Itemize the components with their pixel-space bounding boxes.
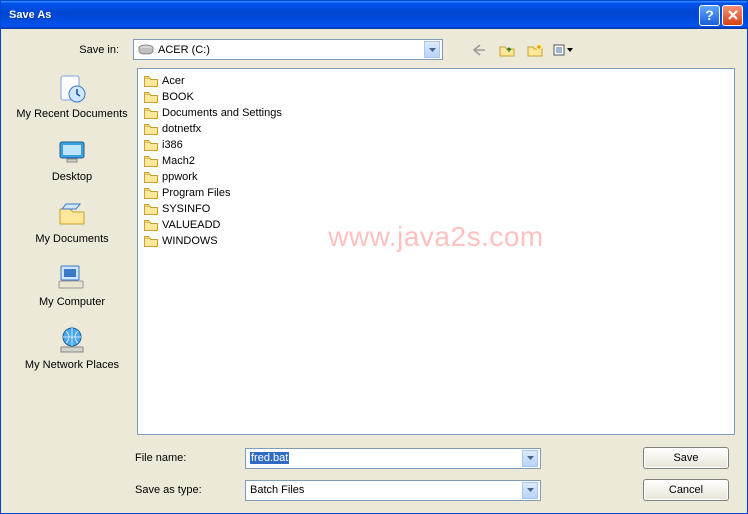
up-one-level-button[interactable] [497, 40, 517, 60]
savein-value: ACER (C:) [158, 44, 210, 56]
folder-name: i386 [162, 139, 183, 151]
list-item[interactable]: WINDOWS [144, 233, 728, 249]
bottom-panel: File name: fred.bat Save Save as type: B… [13, 447, 735, 501]
folder-name: WINDOWS [162, 235, 218, 247]
list-item[interactable]: SYSINFO [144, 201, 728, 217]
folder-up-icon [499, 43, 515, 57]
list-item[interactable]: ppwork [144, 169, 728, 185]
file-list[interactable]: Acer BOOK Documents and Settings dotnetfx i3… [137, 68, 735, 435]
filetype-row: Save as type: Batch Files Cancel [13, 479, 735, 501]
folder-new-icon [527, 43, 543, 57]
filetype-combo[interactable]: Batch Files [245, 480, 541, 501]
folder-name: Program Files [162, 187, 230, 199]
place-label: Desktop [52, 171, 92, 184]
titlebar-buttons: ? [699, 5, 743, 26]
folder-name: VALUEADD [162, 219, 220, 231]
filename-value: fred.bat [250, 452, 289, 464]
place-label: My Network Places [25, 359, 119, 372]
place-my-computer[interactable]: My Computer [13, 260, 131, 309]
place-network-places[interactable]: My Network Places [13, 323, 131, 372]
folder-icon [144, 139, 158, 151]
network-places-icon [55, 323, 89, 357]
list-item[interactable]: Documents and Settings [144, 105, 728, 121]
folder-name: Documents and Settings [162, 107, 282, 119]
view-menu-icon [553, 43, 573, 57]
savein-dropdown-arrow[interactable] [424, 41, 440, 58]
folder-name: SYSINFO [162, 203, 210, 215]
folder-name: ppwork [162, 171, 197, 183]
list-item[interactable]: Acer [144, 73, 728, 89]
savein-label: Save in: [13, 44, 125, 56]
folder-icon [144, 187, 158, 199]
save-as-dialog: Save As ? Save in: ACER (C:) [0, 0, 748, 514]
list-item[interactable]: Program Files [144, 185, 728, 201]
help-button[interactable]: ? [699, 5, 720, 26]
chevron-down-icon [527, 488, 534, 492]
main-area: My Recent Documents Desktop My Documents… [13, 68, 735, 435]
list-item[interactable]: Mach2 [144, 153, 728, 169]
title-bar: Save As ? [1, 1, 747, 29]
folder-name: dotnetfx [162, 123, 201, 135]
folder-name: Mach2 [162, 155, 195, 167]
folder-name: BOOK [162, 91, 194, 103]
back-button[interactable] [469, 40, 489, 60]
recent-documents-icon [55, 72, 89, 106]
folder-icon [144, 219, 158, 231]
drive-icon [138, 44, 154, 56]
folder-icon [144, 171, 158, 183]
view-menu-button[interactable] [553, 40, 573, 60]
place-label: My Computer [39, 296, 105, 309]
folder-icon [144, 203, 158, 215]
desktop-icon [55, 135, 89, 169]
folder-icon [144, 123, 158, 135]
nav-toolbar [469, 40, 573, 60]
place-label: My Documents [35, 233, 108, 246]
folder-icon [144, 75, 158, 87]
filetype-label: Save as type: [13, 484, 237, 496]
folder-icon [144, 107, 158, 119]
filetype-value: Batch Files [250, 484, 304, 496]
place-label: My Recent Documents [16, 108, 127, 121]
save-button[interactable]: Save [643, 447, 729, 469]
dialog-body: Save in: ACER (C:) [1, 29, 747, 513]
place-recent-documents[interactable]: My Recent Documents [13, 72, 131, 121]
list-item[interactable]: VALUEADD [144, 217, 728, 233]
chevron-down-icon [527, 456, 534, 460]
chevron-down-icon [429, 48, 436, 52]
my-computer-icon [55, 260, 89, 294]
list-item[interactable]: i386 [144, 137, 728, 153]
folder-icon [144, 91, 158, 103]
filename-label: File name: [13, 452, 237, 464]
list-item[interactable]: dotnetfx [144, 121, 728, 137]
place-my-documents[interactable]: My Documents [13, 197, 131, 246]
filename-dropdown-arrow[interactable] [522, 450, 538, 467]
close-button[interactable] [722, 5, 743, 26]
place-desktop[interactable]: Desktop [13, 135, 131, 184]
folder-icon [144, 155, 158, 167]
places-bar: My Recent Documents Desktop My Documents… [13, 68, 131, 435]
new-folder-button[interactable] [525, 40, 545, 60]
folder-name: Acer [162, 75, 185, 87]
filename-row: File name: fred.bat Save [13, 447, 735, 469]
cancel-button[interactable]: Cancel [643, 479, 729, 501]
list-item[interactable]: BOOK [144, 89, 728, 105]
my-documents-icon [55, 197, 89, 231]
window-title: Save As [9, 9, 699, 21]
filetype-dropdown-arrow[interactable] [522, 482, 538, 499]
close-icon [727, 9, 739, 21]
savein-row: Save in: ACER (C:) [13, 39, 735, 60]
back-arrow-icon [472, 44, 486, 56]
filename-input[interactable]: fred.bat [245, 448, 541, 469]
folder-icon [144, 235, 158, 247]
savein-combo[interactable]: ACER (C:) [133, 39, 443, 60]
